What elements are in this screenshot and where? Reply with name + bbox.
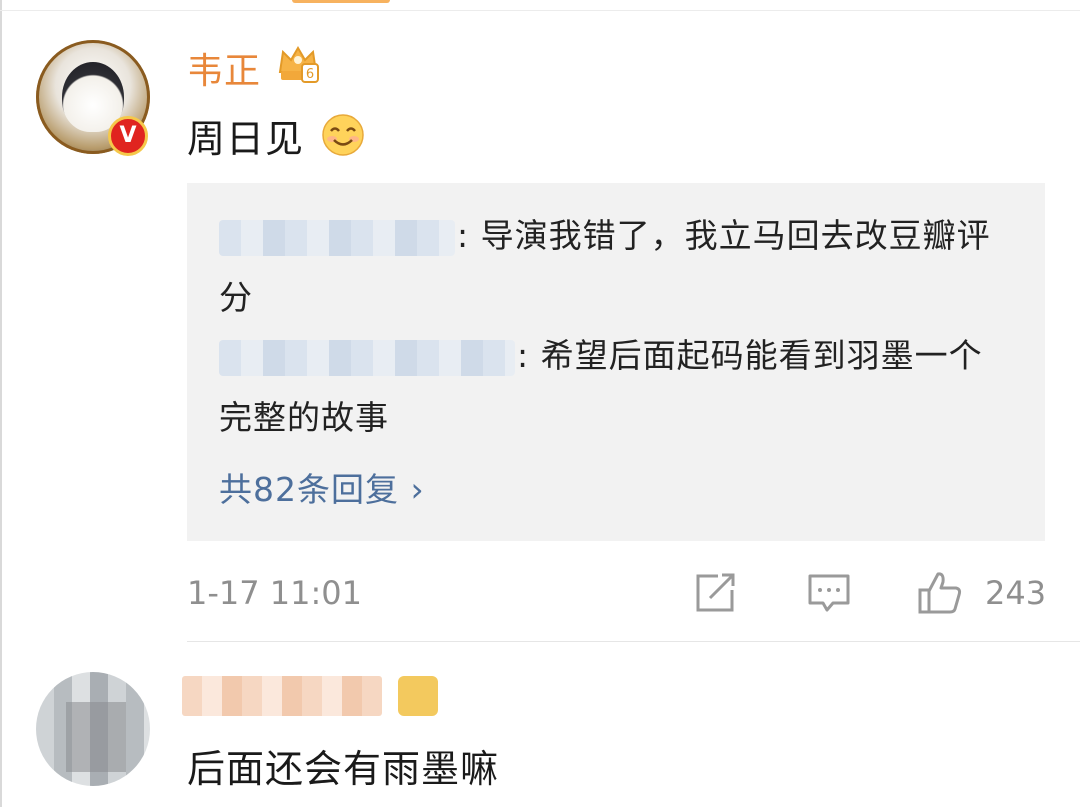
like-count: 243 (985, 574, 1047, 612)
like-icon[interactable] (917, 570, 963, 616)
username[interactable]: 韦正 (187, 42, 261, 94)
avatar-blur (66, 702, 126, 772)
reply-item[interactable]: : 希望后面起码能看到羽墨一个完整的故事 (219, 325, 1009, 449)
repost-icon[interactable] (692, 570, 738, 616)
view-all-replies-link[interactable]: 共82条回复 › (219, 463, 425, 511)
comment-text: 后面还会有雨墨嘛 (187, 747, 500, 791)
verified-badge: V (108, 116, 148, 156)
blurred-username (219, 219, 455, 256)
top-tab-indicator (292, 0, 390, 3)
member-badge-icon (398, 676, 438, 716)
reply-item[interactable]: : 导演我错了，我立马回去改豆瓣评分 (219, 205, 1009, 329)
comment-icon[interactable] (806, 570, 852, 616)
blurred-username (219, 339, 515, 376)
blurred-username[interactable] (182, 676, 382, 716)
reply-panel[interactable]: : 导演我错了，我立马回去改豆瓣评分 : 希望后面起码能看到羽墨一个完整的故事 … (187, 183, 1045, 541)
comment-text: 周日见 (187, 117, 305, 161)
smile-emoji-icon (322, 114, 364, 156)
avatar[interactable] (36, 672, 150, 786)
crown-icon[interactable]: 6 (276, 42, 320, 86)
top-divider (0, 10, 1080, 11)
row-divider (187, 641, 1080, 642)
level-label: 6 (306, 67, 314, 82)
timestamp: 1-17 11:01 (187, 574, 363, 612)
left-edge (0, 0, 2, 807)
